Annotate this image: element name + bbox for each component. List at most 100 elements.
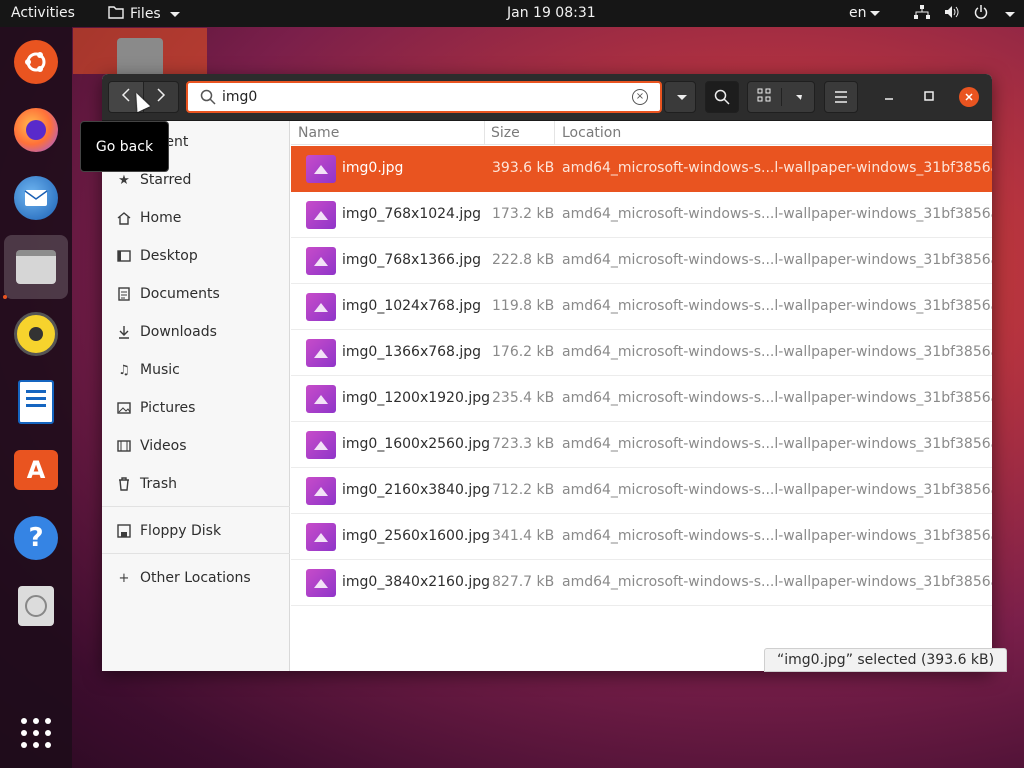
running-indicator bbox=[3, 295, 7, 299]
table-row[interactable]: img0_2160x3840.jpg 712.2 kB amd64_microsof… bbox=[291, 468, 992, 514]
image-file-icon bbox=[306, 293, 336, 321]
chevron-down-icon bbox=[796, 95, 803, 100]
column-divider bbox=[484, 121, 485, 145]
download-icon bbox=[116, 324, 132, 340]
sidebar-item-label: Trash bbox=[140, 476, 177, 492]
sidebar-item-music[interactable]: ♫ Music bbox=[116, 358, 180, 382]
system-menu[interactable] bbox=[914, 5, 1015, 23]
chevron-right-icon bbox=[157, 88, 166, 102]
grid-icon bbox=[757, 88, 771, 102]
sidebar-item-documents[interactable]: Documents bbox=[116, 282, 220, 306]
sidebar-item-other-locations[interactable]: + Other Locations bbox=[116, 566, 251, 590]
clear-search-icon[interactable]: × bbox=[632, 89, 648, 105]
star-icon: ★ bbox=[118, 172, 130, 188]
sidebar-item-label: Videos bbox=[140, 438, 187, 454]
search-icon bbox=[714, 89, 730, 105]
file-location: amd64_microsoft-windows-s...l-wallpaper-… bbox=[562, 344, 992, 360]
sidebar-item-desktop[interactable]: Desktop bbox=[116, 244, 198, 268]
sidebar-item-downloads[interactable]: Downloads bbox=[116, 320, 217, 344]
image-file-icon bbox=[306, 523, 336, 551]
dock-item-help[interactable]: ? bbox=[11, 513, 61, 563]
maximize-button[interactable] bbox=[919, 87, 939, 107]
dock-item-firefox[interactable] bbox=[11, 105, 61, 155]
grid-view-button[interactable] bbox=[748, 88, 782, 106]
folder-icon bbox=[108, 5, 124, 23]
dock-item-software[interactable]: A bbox=[11, 445, 61, 495]
sidebar-item-videos[interactable]: Videos bbox=[116, 434, 187, 458]
dock-item-thunderbird[interactable] bbox=[11, 173, 61, 223]
app-store-icon: A bbox=[14, 450, 58, 490]
help-icon: ? bbox=[14, 516, 58, 560]
desktop-icon bbox=[116, 248, 132, 264]
search-box: × bbox=[186, 81, 662, 113]
sidebar-item-floppy-disk[interactable]: Floppy Disk bbox=[116, 519, 221, 543]
document-icon bbox=[116, 286, 132, 302]
firefox-icon bbox=[14, 108, 58, 152]
view-dropdown-button[interactable] bbox=[782, 88, 815, 106]
table-row[interactable]: img0_1200x1920.jpg 235.4 kB amd64_microsof… bbox=[291, 376, 992, 422]
image-file-icon bbox=[306, 155, 336, 183]
search-input[interactable] bbox=[222, 87, 622, 107]
table-row[interactable]: img0_1024x768.jpg 119.8 kB amd64_microsoft… bbox=[291, 284, 992, 330]
table-row[interactable]: img0_1600x2560.jpg 723.3 kB amd64_microsof… bbox=[291, 422, 992, 468]
clock[interactable]: Jan 19 08:31 bbox=[507, 5, 596, 21]
header-bar: × bbox=[102, 74, 992, 121]
file-size: 827.7 kB bbox=[492, 574, 555, 590]
file-size: 222.8 kB bbox=[492, 252, 555, 268]
close-icon bbox=[965, 93, 973, 101]
file-name: img0_1024x768.jpg bbox=[342, 298, 482, 314]
search-options-button[interactable] bbox=[664, 81, 696, 113]
search-toggle-button[interactable] bbox=[705, 81, 739, 113]
sidebar-item-trash[interactable]: Trash bbox=[116, 472, 177, 496]
file-location: amd64_microsoft-windows-s...l-wallpaper-… bbox=[562, 436, 992, 452]
table-row[interactable]: img0.jpg 393.6 kB amd64_microsoft-windows-… bbox=[291, 146, 992, 192]
language-indicator[interactable]: en bbox=[849, 5, 880, 21]
file-location: amd64_microsoft-windows-s...l-wallpaper-… bbox=[562, 298, 992, 314]
dock-item-files[interactable] bbox=[4, 235, 68, 299]
sidebar-separator bbox=[102, 506, 290, 507]
sidebar-item-pictures[interactable]: Pictures bbox=[116, 396, 195, 420]
file-location: amd64_microsoft-windows-s...l-wallpaper-… bbox=[562, 390, 992, 406]
music-icon: ♫ bbox=[118, 362, 130, 378]
minimize-button[interactable] bbox=[879, 87, 899, 107]
dock-item-rhythmbox[interactable] bbox=[11, 309, 61, 359]
column-header-name[interactable]: Name bbox=[298, 125, 339, 141]
forward-button[interactable] bbox=[144, 82, 178, 112]
table-row[interactable]: img0_1366x768.jpg 176.2 kB amd64_microsoft… bbox=[291, 330, 992, 376]
minimize-icon bbox=[885, 98, 893, 100]
file-location: amd64_microsoft-windows-s...l-wallpaper-… bbox=[562, 206, 992, 222]
main-menu-button[interactable] bbox=[824, 81, 858, 113]
table-row[interactable]: img0_2560x1600.jpg 341.4 kB amd64_microsof… bbox=[291, 514, 992, 560]
close-button[interactable] bbox=[959, 87, 979, 107]
app-menu[interactable]: Files bbox=[108, 5, 180, 23]
file-size: 712.2 kB bbox=[492, 482, 555, 498]
sidebar-item-label: Pictures bbox=[140, 400, 196, 416]
table-row[interactable]: img0_768x1024.jpg 173.2 kB amd64_microsoft… bbox=[291, 192, 992, 238]
rhythmbox-icon bbox=[14, 312, 58, 356]
file-location: amd64_microsoft-windows-s...l-wallpaper-… bbox=[562, 160, 992, 176]
sidebar-separator bbox=[102, 553, 290, 554]
dock-item-disc[interactable] bbox=[11, 581, 61, 631]
column-header-size[interactable]: Size bbox=[491, 125, 520, 141]
sidebar-item-label: Home bbox=[140, 210, 182, 226]
sidebar-item-label: Starred bbox=[140, 172, 192, 188]
chevron-down-icon bbox=[869, 10, 880, 16]
table-row[interactable]: img0_3840x2160.jpg 827.7 kB amd64_microsof… bbox=[291, 560, 992, 606]
image-file-icon bbox=[306, 477, 336, 505]
sidebar-item-label: Downloads bbox=[140, 324, 217, 340]
home-folder-icon[interactable] bbox=[117, 38, 163, 78]
file-location: amd64_microsoft-windows-s...l-wallpaper-… bbox=[562, 574, 992, 590]
sidebar-item-label: Desktop bbox=[140, 248, 198, 264]
activities-button[interactable]: Activities bbox=[11, 5, 75, 21]
table-row[interactable]: img0_768x1366.jpg 222.8 kB amd64_microsoft… bbox=[291, 238, 992, 284]
sidebar-item-home[interactable]: Home bbox=[116, 206, 181, 230]
file-name: img0_768x1366.jpg bbox=[342, 252, 482, 268]
dock-item-writer[interactable] bbox=[11, 377, 61, 427]
network-icon bbox=[914, 5, 930, 23]
dock-item-ubuntu[interactable] bbox=[11, 37, 61, 87]
column-header-location[interactable]: Location bbox=[562, 125, 621, 141]
file-name: img0_768x1024.jpg bbox=[342, 206, 482, 222]
file-name: img0.jpg bbox=[342, 160, 404, 176]
floppy-icon bbox=[116, 523, 132, 539]
show-applications-button[interactable] bbox=[11, 708, 61, 758]
